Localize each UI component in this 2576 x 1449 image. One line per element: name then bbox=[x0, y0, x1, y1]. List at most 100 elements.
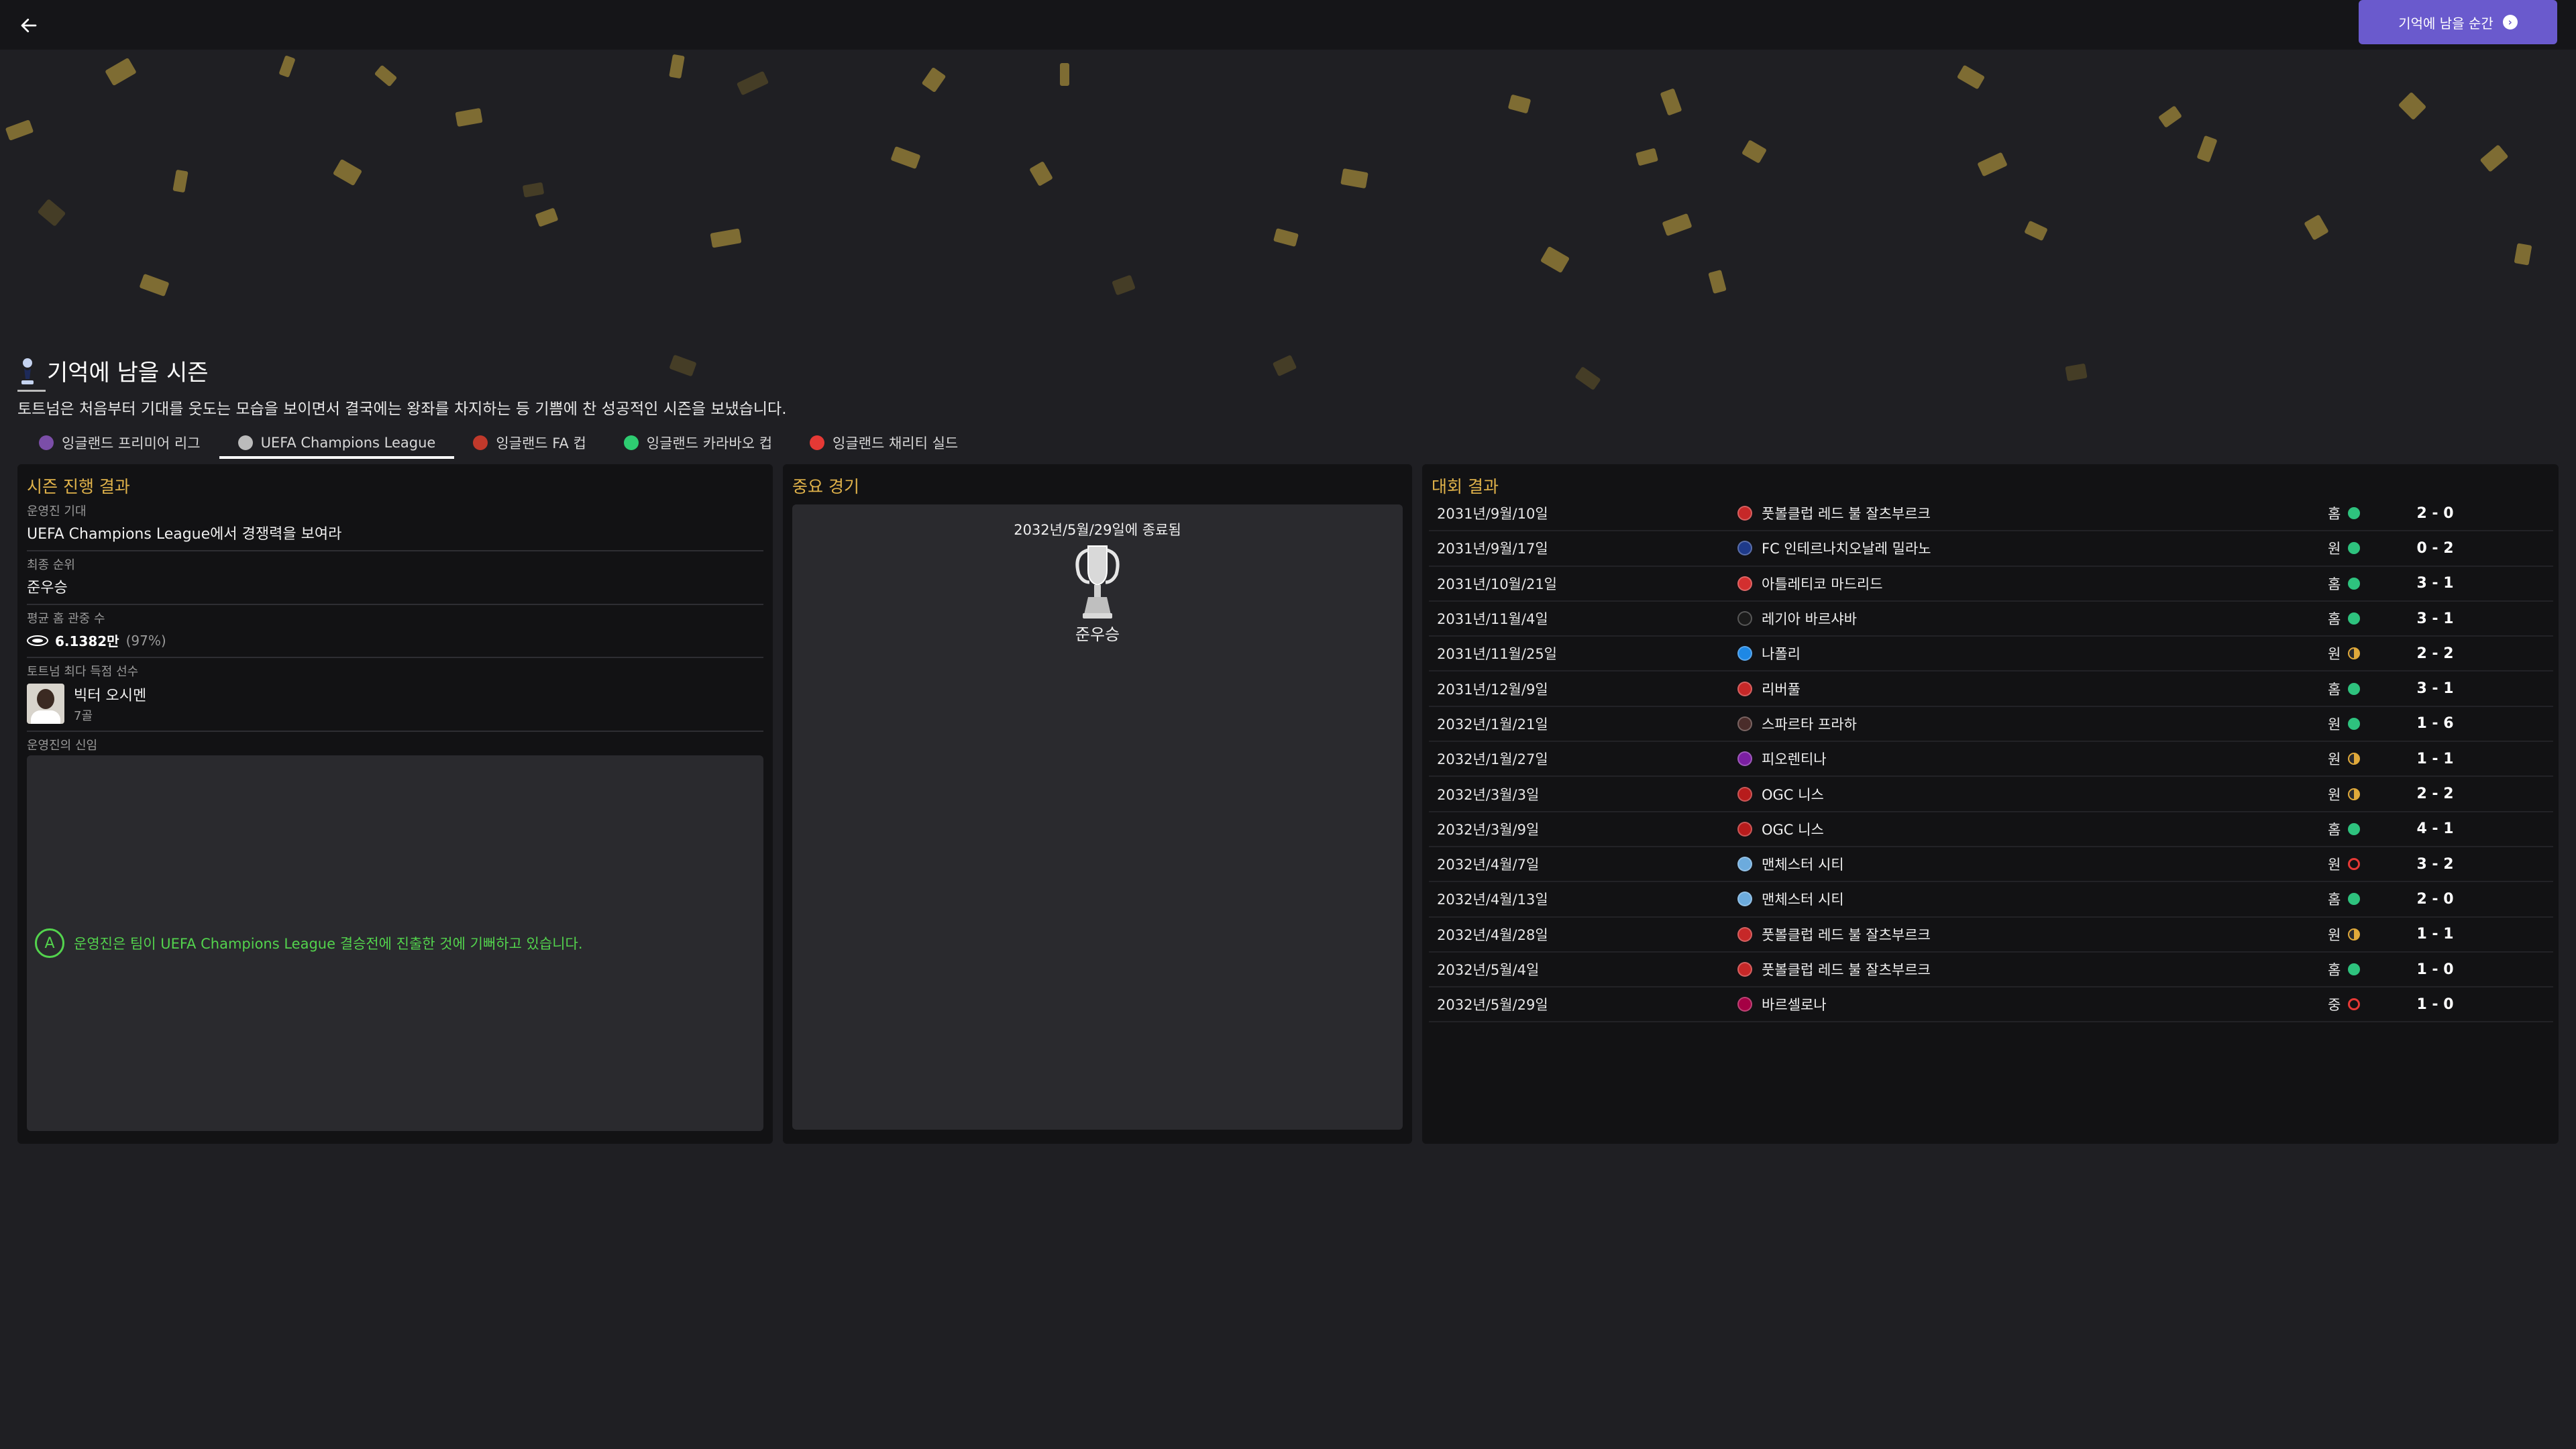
opponent[interactable]: 레기아 바르샤바 bbox=[1737, 608, 2328, 629]
match-date: 2031년/11월/25일 bbox=[1437, 646, 1557, 663]
opponent[interactable]: 풋볼클럽 레드 불 잘츠부르크 bbox=[1737, 924, 2328, 945]
result-row[interactable]: 2032년/3월/3일 OGC 니스 원 2 - 2 bbox=[1429, 777, 2553, 812]
result-row[interactable]: 2032년/4월/13일 맨체스터 시티 홈 2 - 0 bbox=[1429, 882, 2553, 918]
carabao-cup-icon bbox=[623, 435, 639, 450]
result-indicator bbox=[2348, 507, 2395, 520]
results-list: 2031년/9월/10일 풋볼클럽 레드 불 잘츠부르크 홈 2 - 0 2031년/9… bbox=[1429, 496, 2553, 1023]
result-indicator bbox=[2348, 928, 2395, 941]
opponent-name: 나폴리 bbox=[1762, 646, 1801, 663]
key-match-card[interactable]: 2032년/5월/29일에 종료됨 준우승 bbox=[792, 504, 1403, 1130]
result-row[interactable]: 2031년/10월/21일 아틀레티코 마드리드 홈 3 - 1 bbox=[1429, 567, 2553, 602]
opponent-name: 스파르타 프라하 bbox=[1762, 716, 1857, 733]
result-row[interactable]: 2032년/5월/4일 풋볼클럽 레드 불 잘츠부르크 홈 1 - 0 bbox=[1429, 953, 2553, 988]
result-indicator bbox=[2348, 858, 2395, 871]
result-dot-icon bbox=[2348, 507, 2360, 520]
opponent[interactable]: FC 인테르나치오날레 밀라노 bbox=[1737, 538, 2328, 558]
opponent-name: 풋볼클럽 레드 불 잘츠부르크 bbox=[1762, 962, 1931, 978]
club-crest-icon bbox=[1737, 926, 1752, 942]
venue: 홈 bbox=[2328, 506, 2341, 523]
tab-label: UEFA Champions League bbox=[260, 435, 436, 451]
result-dot-icon bbox=[2348, 963, 2360, 975]
result-row[interactable]: 2032년/4월/7일 맨체스터 시티 원 3 - 2 bbox=[1429, 847, 2553, 883]
memorable-moments-button[interactable]: 기억에 남을 순간 › bbox=[2359, 0, 2557, 44]
tab-premier-league[interactable]: 잉글랜드 프리미어 리그 bbox=[20, 427, 219, 459]
result-dot-icon bbox=[2348, 858, 2360, 871]
result-dot-icon bbox=[2348, 542, 2360, 555]
result-row[interactable]: 2032년/1월/21일 스파르타 프라하 원 1 - 6 bbox=[1429, 707, 2553, 743]
result-indicator bbox=[2348, 682, 2395, 695]
result-indicator bbox=[2348, 963, 2395, 975]
result-indicator bbox=[2348, 788, 2395, 800]
result-dot-icon bbox=[2348, 577, 2360, 590]
score: 4 - 1 bbox=[2416, 820, 2454, 838]
season-description: 토트넘은 처음부터 기대를 웃도는 모습을 보이면서 결국에는 왕좌를 차지하는… bbox=[17, 400, 787, 418]
result-dot-icon bbox=[2348, 893, 2360, 906]
match-date: 2032년/3월/9일 bbox=[1437, 821, 1540, 838]
opponent-name: 풋볼클럽 레드 불 잘츠부르크 bbox=[1762, 506, 1931, 523]
tab-charity-shield[interactable]: 잉글랜드 채리티 실드 bbox=[791, 427, 977, 459]
score: 1 - 0 bbox=[2416, 961, 2454, 978]
panel-title: 대회 결과 bbox=[1432, 477, 1499, 496]
field-label: 평균 홈 관중 수 bbox=[27, 612, 105, 626]
match-date: 2031년/10월/21일 bbox=[1437, 576, 1557, 592]
field-label: 토트넘 최다 득점 선수 bbox=[27, 665, 139, 679]
result-row[interactable]: 2031년/11월/25일 나폴리 원 2 - 2 bbox=[1429, 637, 2553, 672]
player-avatar[interactable] bbox=[27, 684, 64, 724]
opponent-name: 피오렌티나 bbox=[1762, 751, 1827, 768]
match-result: 준우승 bbox=[1075, 625, 1120, 644]
result-row[interactable]: 2032년/3월/9일 OGC 니스 홈 4 - 1 bbox=[1429, 812, 2553, 847]
club-crest-icon bbox=[1737, 821, 1752, 837]
match-date: 2032년/5월/29일 bbox=[1437, 997, 1548, 1014]
confetti-decoration bbox=[0, 50, 2576, 425]
opponent[interactable]: 피오렌티나 bbox=[1737, 749, 2328, 769]
result-indicator bbox=[2348, 542, 2395, 555]
match-date: 2032년/3월/3일 bbox=[1437, 786, 1540, 803]
match-date: 2031년/9월/17일 bbox=[1437, 541, 1548, 557]
back-button[interactable] bbox=[12, 9, 46, 42]
result-dot-icon bbox=[2348, 682, 2360, 695]
match-date: 2032년/1월/27일 bbox=[1437, 751, 1548, 768]
result-row[interactable]: 2031년/9월/10일 풋볼클럽 레드 불 잘츠부르크 홈 2 - 0 bbox=[1429, 496, 2553, 532]
board-confidence-box: A 운영진은 팀이 UEFA Champions League 결승전에 진출한… bbox=[27, 755, 763, 1131]
opponent[interactable]: OGC 니스 bbox=[1737, 819, 2328, 839]
opponent[interactable]: 풋볼클럽 레드 불 잘츠부르크 bbox=[1737, 503, 2328, 523]
result-row[interactable]: 2031년/9월/17일 FC 인테르나치오날레 밀라노 원 0 - 2 bbox=[1429, 531, 2553, 567]
venue: 홈 bbox=[2328, 962, 2341, 978]
opponent[interactable]: 스파르타 프라하 bbox=[1737, 714, 2328, 734]
opponent[interactable]: OGC 니스 bbox=[1737, 784, 2328, 804]
opponent-name: 바르셀로나 bbox=[1762, 997, 1827, 1014]
opponent[interactable]: 나폴리 bbox=[1737, 643, 2328, 663]
tab-fa-cup[interactable]: 잉글랜드 FA 컵 bbox=[454, 427, 604, 459]
tab-champions-league[interactable]: UEFA Champions League bbox=[219, 427, 455, 459]
result-row[interactable]: 2032년/4월/28일 풋볼클럽 레드 불 잘츠부르크 원 1 - 1 bbox=[1429, 918, 2553, 953]
attendance-value: 6.1382만 bbox=[55, 633, 119, 649]
field-label: 최종 순위 bbox=[27, 558, 75, 572]
opponent[interactable]: 바르셀로나 bbox=[1737, 994, 2328, 1014]
result-row[interactable]: 2031년/12월/9일 리버풀 홈 3 - 1 bbox=[1429, 672, 2553, 707]
result-row[interactable]: 2031년/11월/4일 레기아 바르샤바 홈 3 - 1 bbox=[1429, 602, 2553, 637]
venue: 중 bbox=[2328, 997, 2341, 1014]
trophy-cockerel-icon bbox=[21, 358, 34, 384]
opponent[interactable]: 맨체스터 시티 bbox=[1737, 889, 2328, 909]
venue: 홈 bbox=[2328, 681, 2341, 698]
opponent[interactable]: 아틀레티코 마드리드 bbox=[1737, 574, 2328, 594]
chevron-right-circle-icon: › bbox=[2502, 15, 2518, 30]
club-crest-icon bbox=[1737, 716, 1752, 731]
player-name[interactable]: 빅터 오시멘 bbox=[74, 684, 146, 705]
key-match-panel: 중요 경기 2032년/5월/29일에 종료됨 준우승 bbox=[783, 464, 1412, 1144]
club-crest-icon bbox=[1737, 506, 1752, 521]
result-row[interactable]: 2032년/1월/27일 피오렌티나 원 1 - 1 bbox=[1429, 742, 2553, 777]
memorable-moments-label: 기억에 남을 순간 bbox=[2398, 15, 2493, 32]
field-value: 준우승 bbox=[27, 580, 68, 596]
result-indicator bbox=[2348, 612, 2395, 625]
venue: 홈 bbox=[2328, 576, 2341, 592]
opponent-name: 맨체스터 시티 bbox=[1762, 857, 1844, 873]
opponent[interactable]: 리버풀 bbox=[1737, 679, 2328, 699]
attendance-percent: (97%) bbox=[125, 632, 166, 649]
tab-carabao-cup[interactable]: 잉글랜드 카라바오 컵 bbox=[605, 427, 791, 459]
result-dot-icon bbox=[2348, 788, 2360, 800]
opponent[interactable]: 맨체스터 시티 bbox=[1737, 854, 2328, 874]
charity-shield-icon bbox=[810, 435, 825, 450]
opponent[interactable]: 풋볼클럽 레드 불 잘츠부르크 bbox=[1737, 959, 2328, 979]
result-row[interactable]: 2032년/5월/29일 바르셀로나 중 1 - 0 bbox=[1429, 987, 2553, 1023]
